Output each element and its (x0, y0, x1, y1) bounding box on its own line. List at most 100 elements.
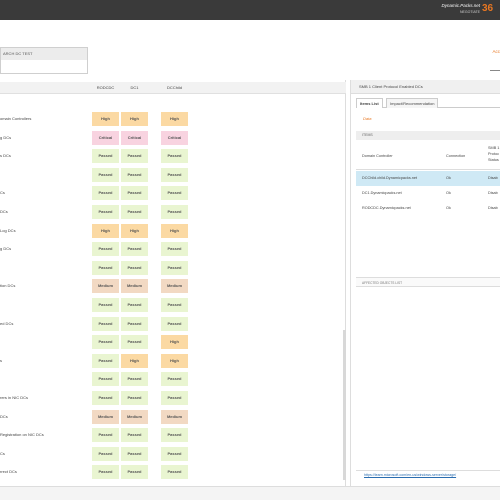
status-cell[interactable]: High (121, 112, 148, 126)
status-cell[interactable]: Medium (161, 409, 188, 424)
status-cell[interactable]: Medium (121, 279, 148, 294)
status-cell[interactable]: Medium (92, 409, 119, 424)
status-cell[interactable]: Passed (121, 298, 148, 312)
status-cell[interactable]: Passed (121, 242, 148, 257)
grid-row[interactable]: rrect DCs Passed Passed Passed (0, 463, 346, 481)
status-cell[interactable]: Passed (92, 242, 119, 257)
status-cell[interactable]: Passed (92, 428, 119, 443)
grid-row[interactable]: tion DCs Medium Medium Medium (0, 277, 346, 295)
table-row[interactable]: DC1.Dynamicpacks.net Ok Disab (356, 186, 500, 201)
grid-row[interactable]: Cs Passed Passed Passed (0, 445, 346, 463)
status-cell[interactable]: Passed (92, 316, 119, 331)
status-cell[interactable]: Passed (121, 316, 148, 331)
column-header-controller[interactable]: Domain Controller (362, 154, 393, 159)
status-cell[interactable]: Passed (161, 428, 188, 443)
status-cell[interactable]: Passed (121, 465, 148, 480)
status-cell[interactable]: Passed (161, 167, 188, 182)
status-cell[interactable]: Passed (161, 149, 188, 164)
grid-row[interactable]: DCs Passed Passed Passed (0, 203, 346, 221)
grid-row[interactable]: Cs Passed Passed Passed (0, 184, 346, 202)
column-header[interactable]: DC1 (121, 82, 148, 94)
status-cell[interactable]: Critical (121, 130, 148, 145)
table-row[interactable]: RODCDC.Dynamicpacks.net Ok Disab (356, 201, 500, 216)
status-cell[interactable]: Passed (161, 298, 188, 312)
status-cell[interactable]: Passed (92, 186, 119, 201)
status-cell[interactable]: Passed (92, 260, 119, 275)
status-cell[interactable]: Passed (121, 391, 148, 405)
column-header[interactable]: RODCDC (92, 82, 119, 94)
grid-row[interactable]: g DCs Passed Passed Passed (0, 240, 346, 258)
status-cell[interactable]: Passed (161, 316, 188, 331)
status-cell[interactable]: Passed (121, 372, 148, 387)
column-header-smb-line1[interactable]: SMB 1 (488, 146, 499, 151)
status-cell[interactable]: Passed (161, 242, 188, 257)
status-cell[interactable]: Critical (161, 130, 188, 145)
data-link[interactable]: Data (363, 116, 371, 121)
grid-row[interactable]: Passed Passed Passed (0, 259, 346, 277)
status-cell[interactable]: Passed (92, 391, 119, 405)
status-cell[interactable]: Passed (121, 446, 148, 461)
grid-row[interactable]: rers in NIC DCs Passed Passed Passed (0, 389, 346, 407)
affected-objects-header[interactable]: AFFECTED OBJECTS LIST (356, 277, 500, 287)
column-header-connection[interactable]: Connection (446, 154, 465, 159)
status-cell[interactable]: Medium (92, 279, 119, 294)
column-header[interactable]: DCChild (161, 82, 188, 94)
status-cell: Disab (488, 206, 498, 210)
status-cell[interactable]: High (161, 223, 188, 238)
grid-row[interactable]: ed DCs Passed Passed Passed (0, 315, 346, 333)
grid-row[interactable]: Passed Passed Passed (0, 370, 346, 388)
status-cell[interactable]: Passed (121, 167, 148, 182)
grid-row[interactable]: Passed Passed High (0, 333, 346, 351)
grid-row[interactable]: Registration on NIC DCs Passed Passed Passe… (0, 426, 346, 444)
grid-row[interactable]: s DCs Passed Passed Passed (0, 147, 346, 165)
search-input[interactable] (1, 60, 87, 73)
grid-row[interactable]: DCs Medium Medium Medium (0, 408, 346, 426)
status-cell[interactable]: Passed (92, 167, 119, 182)
status-cell[interactable]: Passed (92, 353, 119, 368)
status-cell[interactable]: Passed (121, 149, 148, 164)
status-cell[interactable]: Passed (92, 149, 119, 164)
detail-tabs: Items List Impact/Recommendation (356, 98, 500, 108)
status-cell[interactable]: High (92, 223, 119, 238)
table-row[interactable]: DCChild.child.Dynamicpacks.net Ok Disab (356, 171, 500, 186)
status-cell[interactable]: Passed (121, 260, 148, 275)
status-cell[interactable]: Passed (121, 186, 148, 201)
status-cell[interactable]: Passed (92, 298, 119, 312)
status-cell[interactable]: Passed (92, 372, 119, 387)
status-cell[interactable]: Passed (92, 205, 119, 219)
status-cell[interactable]: High (92, 112, 119, 126)
status-cell[interactable]: Passed (161, 372, 188, 387)
status-cell[interactable]: Medium (121, 409, 148, 424)
grid-row[interactable]: Log DCs High High High (0, 222, 346, 240)
status-cell[interactable]: High (161, 112, 188, 126)
status-cell[interactable]: High (161, 335, 188, 350)
status-cell[interactable]: Passed (161, 391, 188, 405)
top-right-link[interactable]: Acc (492, 49, 500, 54)
status-cell[interactable]: Passed (92, 465, 119, 480)
grid-row[interactable]: s Passed High High (0, 352, 346, 370)
grid-row[interactable]: omain Controllers High High High (0, 110, 346, 128)
brand-subtitle: NEGOTIATE (460, 10, 480, 14)
status-cell[interactable]: Critical (92, 130, 119, 145)
status-cell[interactable]: Passed (161, 465, 188, 480)
status-cell[interactable]: Passed (121, 428, 148, 443)
tab-impact-recommendation[interactable]: Impact/Recommendation (386, 98, 439, 108)
status-cell[interactable]: High (161, 353, 188, 368)
status-cell[interactable]: Passed (161, 446, 188, 461)
grid-row[interactable]: Passed Passed Passed (0, 166, 346, 184)
grid-row[interactable]: g DCs Critical Critical Critical (0, 129, 346, 147)
status-cell[interactable]: Passed (121, 205, 148, 219)
status-cell[interactable]: Passed (161, 205, 188, 219)
status-cell[interactable]: Passed (161, 260, 188, 275)
status-cell[interactable]: Passed (161, 186, 188, 201)
status-cell[interactable]: Medium (161, 279, 188, 294)
reference-link[interactable]: https://learn.microsoft.com/en-us/window… (356, 470, 500, 479)
status-cell[interactable]: Passed (121, 335, 148, 350)
status-cell[interactable]: Passed (92, 335, 119, 350)
scrollbar[interactable] (343, 330, 346, 480)
tab-items-list[interactable]: Items List (356, 98, 383, 108)
status-cell[interactable]: High (121, 353, 148, 368)
grid-row[interactable]: Passed Passed Passed (0, 296, 346, 314)
status-cell[interactable]: Passed (92, 446, 119, 461)
status-cell[interactable]: High (121, 223, 148, 238)
